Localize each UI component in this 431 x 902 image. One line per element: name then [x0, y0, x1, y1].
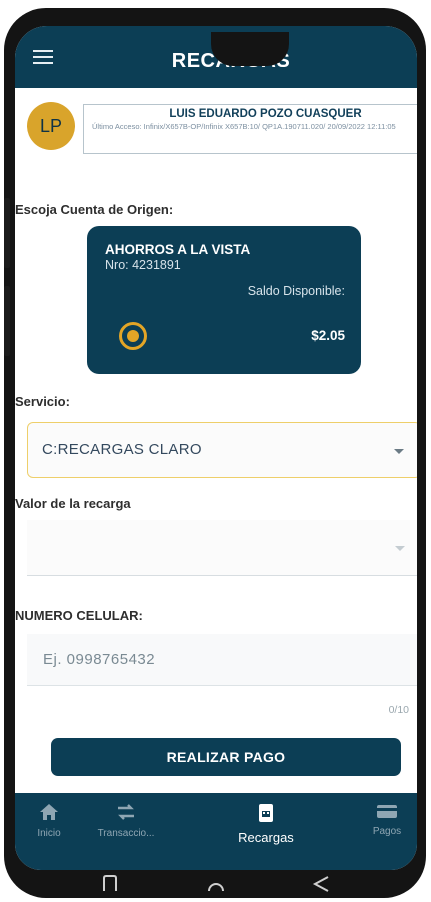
home-button-icon[interactable] — [206, 874, 226, 892]
back-icon[interactable] — [311, 874, 331, 892]
account-balance: $2.05 — [311, 328, 345, 343]
home-icon — [40, 804, 58, 820]
nav-label: Recargas — [238, 830, 294, 845]
nav-item-pagos[interactable]: Pagos — [365, 803, 409, 837]
service-selected-value: C:RECARGAS CLARO — [42, 441, 202, 458]
avatar: LP — [27, 102, 75, 150]
power-button — [4, 286, 10, 356]
nav-item-transacciones[interactable]: Transaccio... — [85, 803, 167, 839]
card-icon — [377, 805, 397, 818]
chevron-down-icon — [395, 546, 405, 551]
bottom-navigation: Inicio Transaccio... Recargas Pagos — [15, 793, 417, 870]
phone-number-label: NUMERO CELULAR: — [15, 608, 143, 623]
nav-item-recargas[interactable]: Recargas — [223, 803, 309, 845]
camera-notch — [211, 32, 289, 66]
phone-frame: RECARGAS LP LUIS EDUARDO POZO CUASQUER Ú… — [4, 8, 426, 898]
user-info-box: LUIS EDUARDO POZO CUASQUER Último Acceso… — [83, 104, 417, 154]
screen: RECARGAS LP LUIS EDUARDO POZO CUASQUER Ú… — [15, 26, 417, 870]
volume-button — [4, 198, 10, 268]
amount-select[interactable] — [27, 520, 417, 576]
nav-label: Pagos — [372, 826, 402, 837]
account-card[interactable]: AHORROS A LA VISTA Nro: 4231891 Saldo Di… — [87, 226, 361, 374]
last-access-text: Último Acceso: Infinix/X657B-OP/Infinix … — [92, 122, 396, 131]
service-label: Servicio: — [15, 394, 70, 409]
nav-label: Inicio — [37, 828, 61, 839]
system-navigation-bar — [15, 870, 417, 900]
account-type: AHORROS A LA VISTA — [105, 242, 251, 257]
amount-label: Valor de la recarga — [15, 496, 131, 511]
account-number: Nro: 4231891 — [105, 258, 181, 272]
recharge-icon — [259, 804, 273, 822]
service-select[interactable]: C:RECARGAS CLARO — [27, 422, 417, 478]
account-radio[interactable] — [119, 322, 147, 350]
balance-label: Saldo Disponible: — [247, 284, 345, 298]
phone-number-input[interactable] — [27, 634, 417, 685]
nav-item-inicio[interactable]: Inicio — [25, 803, 73, 839]
phone-number-field[interactable] — [27, 634, 417, 686]
recent-apps-icon[interactable] — [101, 874, 119, 892]
transfer-icon — [118, 804, 134, 820]
origin-account-label: Escoja Cuenta de Origen: — [15, 202, 174, 217]
nav-label: Transaccio... — [97, 828, 155, 839]
char-counter: 0/10 — [388, 704, 409, 716]
pay-button[interactable]: REALIZAR PAGO — [51, 738, 401, 776]
user-name: LUIS EDUARDO POZO CUASQUER — [169, 108, 362, 120]
chevron-down-icon — [394, 449, 404, 454]
